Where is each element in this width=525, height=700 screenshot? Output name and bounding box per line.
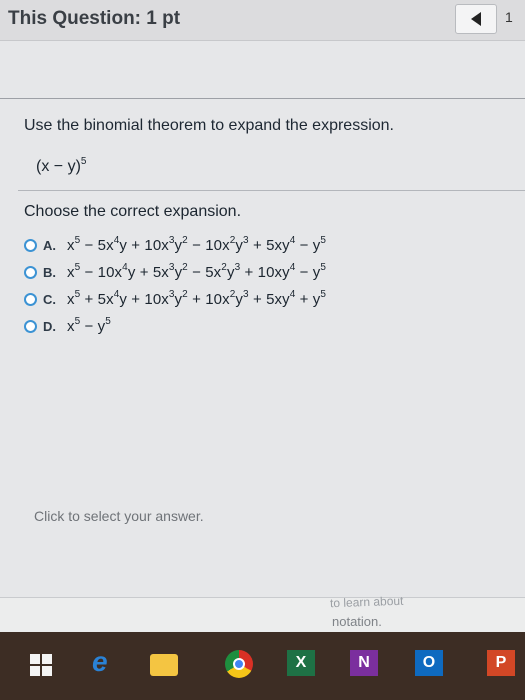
- notation-label: notation.: [332, 614, 382, 629]
- choice-expression: x5 − y5: [67, 315, 111, 335]
- chrome-icon[interactable]: [225, 650, 253, 678]
- tooltip-fragment: to learn about: [329, 593, 404, 611]
- choice-a[interactable]: A. x5 − 5x4y + 10x3y2 − 10x2y3 + 5xy4 − …: [24, 232, 326, 258]
- question-expression: (x − y)5: [36, 156, 87, 176]
- radio-button[interactable]: [24, 265, 37, 279]
- outlook-icon[interactable]: O: [415, 650, 443, 676]
- radio-button[interactable]: [24, 238, 37, 252]
- edge-icon[interactable]: e: [92, 646, 122, 677]
- choice-letter: C.: [43, 291, 56, 307]
- choice-d[interactable]: D. x5 − y5: [24, 313, 111, 339]
- divider: [18, 190, 525, 191]
- top-bar: This Question: 1 pt 1: [0, 0, 525, 41]
- previous-question-button[interactable]: [455, 4, 497, 34]
- choice-letter: D.: [43, 318, 56, 334]
- question-prompt: Use the binomial theorem to expand the e…: [24, 117, 394, 134]
- question-count: 1: [505, 9, 513, 25]
- left-arrow-icon: [471, 12, 481, 26]
- choice-letter: B.: [43, 264, 56, 280]
- radio-button[interactable]: [24, 292, 37, 306]
- divider: [0, 98, 525, 99]
- bottom-panel: [0, 597, 525, 633]
- taskbar: e X N O P: [0, 632, 525, 700]
- file-explorer-icon[interactable]: [150, 654, 178, 676]
- excel-icon[interactable]: X: [287, 650, 315, 676]
- question-instruction: Choose the correct expansion.: [24, 203, 242, 220]
- choice-letter: A.: [43, 237, 56, 253]
- choice-expression: x5 − 5x4y + 10x3y2 − 10x2y3 + 5xy4 − y5: [67, 234, 327, 254]
- select-answer-hint: Click to select your answer.: [34, 508, 204, 524]
- choice-c[interactable]: C. x5 + 5x4y + 10x3y2 + 10x2y3 + 5xy4 + …: [24, 286, 326, 312]
- choice-expression: x5 − 10x4y + 5x3y2 − 5x2y3 + 10xy4 − y5: [67, 261, 327, 281]
- question-points-title: This Question: 1 pt: [8, 8, 181, 29]
- powerpoint-icon[interactable]: P: [487, 650, 515, 676]
- onenote-icon[interactable]: N: [350, 650, 378, 676]
- radio-button[interactable]: [24, 319, 37, 333]
- windows-start-icon[interactable]: [30, 654, 52, 676]
- choice-b[interactable]: B. x5 − 10x4y + 5x3y2 − 5x2y3 + 10xy4 − …: [24, 259, 326, 285]
- choice-expression: x5 + 5x4y + 10x3y2 + 10x2y3 + 5xy4 + y5: [67, 288, 327, 308]
